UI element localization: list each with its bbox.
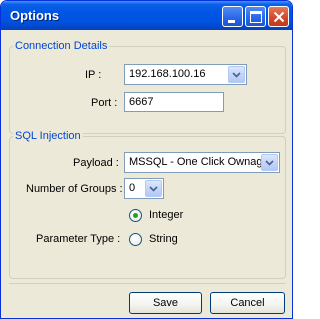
port-input[interactable]: [125, 93, 223, 111]
payload-label: Payload :: [73, 157, 119, 169]
close-button[interactable]: [268, 6, 289, 27]
close-icon: [273, 11, 285, 23]
maximize-button[interactable]: [245, 6, 266, 27]
number-of-groups-combo[interactable]: 0: [124, 178, 164, 199]
ip-combo[interactable]: 192.168.100.16: [124, 64, 247, 85]
payload-combo[interactable]: MSSQL - One Click Ownag: [124, 152, 280, 173]
title-bar[interactable]: Options: [1, 1, 292, 30]
chevron-down-icon: [265, 160, 274, 166]
cancel-button[interactable]: Cancel: [210, 292, 285, 314]
radio-integer[interactable]: [129, 209, 142, 222]
radio-selected-dot: [133, 213, 138, 218]
sql-injection-group: SQL Injection Payload : MSSQL - One Clic…: [9, 130, 286, 279]
minimize-icon: [228, 20, 235, 23]
radio-string-label[interactable]: String: [149, 233, 178, 245]
connection-details-legend: Connection Details: [13, 40, 110, 52]
parameter-type-label: Parameter Type :: [36, 233, 121, 245]
port-field[interactable]: [124, 92, 224, 112]
minimize-button[interactable]: [222, 6, 243, 27]
payload-value: MSSQL - One Click Ownag: [129, 156, 263, 168]
ip-dropdown-button[interactable]: [228, 66, 245, 83]
window-title: Options: [10, 8, 60, 23]
radio-integer-label[interactable]: Integer: [149, 209, 183, 221]
maximize-icon: [250, 11, 262, 23]
ip-label: IP :: [85, 69, 102, 81]
chevron-down-icon: [149, 186, 158, 192]
payload-dropdown-button[interactable]: [261, 154, 278, 171]
save-button[interactable]: Save: [129, 292, 202, 314]
options-dialog: Options Connection Details IP : 192.168.…: [0, 0, 293, 319]
footer-divider: [9, 283, 286, 284]
sql-injection-legend: SQL Injection: [13, 130, 83, 142]
number-of-groups-value: 0: [129, 182, 136, 194]
ip-value: 192.168.100.16: [129, 68, 206, 80]
number-of-groups-dropdown-button[interactable]: [145, 180, 162, 197]
connection-details-group: Connection Details IP : 192.168.100.16 P…: [9, 40, 286, 134]
number-of-groups-label: Number of Groups :: [26, 183, 123, 195]
dialog-body: Connection Details IP : 192.168.100.16 P…: [5, 30, 288, 316]
radio-string[interactable]: [129, 233, 142, 246]
port-label: Port :: [91, 97, 118, 109]
chevron-down-icon: [232, 72, 241, 78]
